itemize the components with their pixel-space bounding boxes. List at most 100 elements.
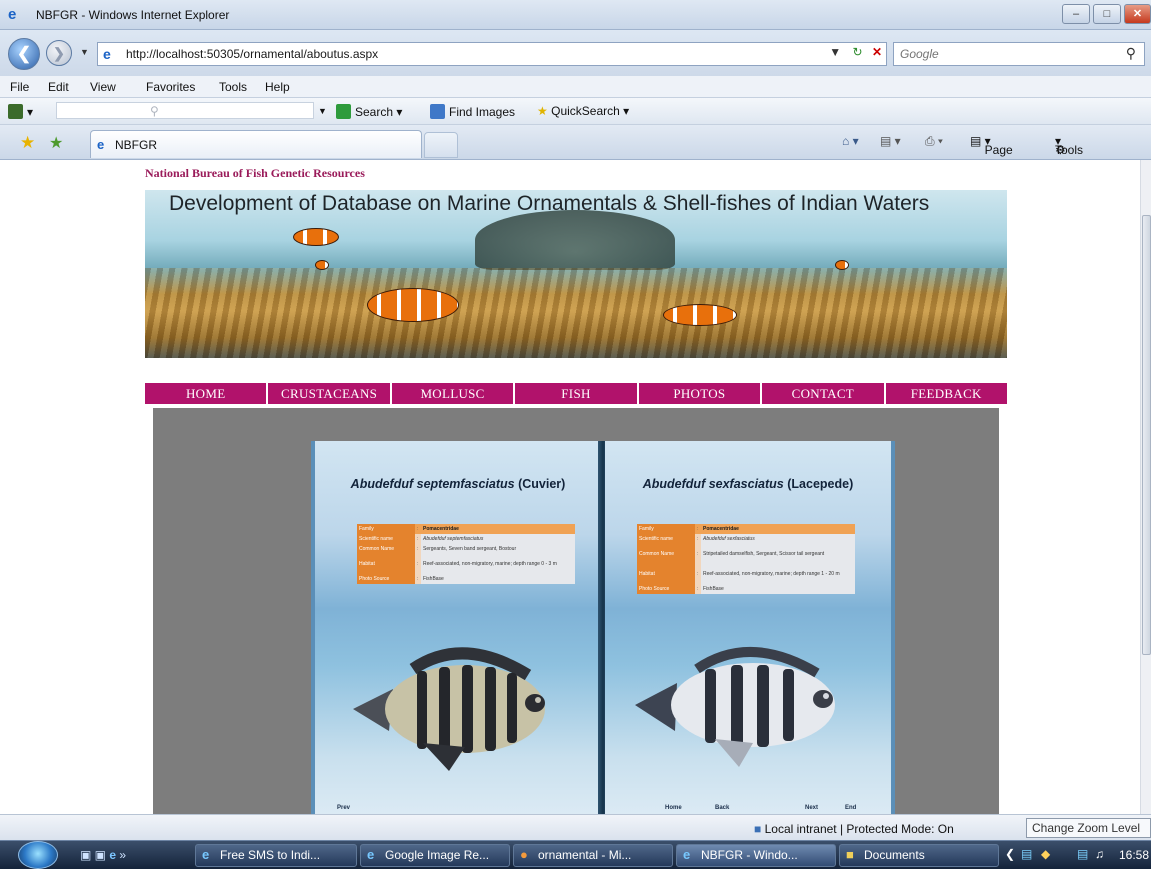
forward-button[interactable]: ❯ <box>46 40 72 66</box>
book-page-left[interactable]: Abudefduf septemfasciatus (Cuvier) Famil… <box>315 441 601 814</box>
home-icon[interactable]: ⌂ ▾ <box>842 134 859 148</box>
favorites-star-icon[interactable]: ★ <box>20 133 35 153</box>
taskbar-button-ornamental[interactable]: ● ornamental - Mi... <box>513 844 673 867</box>
taskbar-button-documents[interactable]: ■ Documents <box>839 844 999 867</box>
clownfish-image <box>315 260 329 270</box>
table-row: Family: Pomacentridae <box>357 524 575 534</box>
info-key: Photo Source <box>637 584 695 594</box>
prev-link[interactable]: Prev <box>337 805 350 811</box>
search-icon[interactable]: ⚲ <box>1126 45 1136 62</box>
info-value: Abudefduf sexfasciatus <box>701 534 855 544</box>
nav-home[interactable]: HOME <box>145 383 269 404</box>
back-link[interactable]: Back <box>715 805 729 811</box>
toolbar-query-field[interactable] <box>56 102 314 119</box>
zoom-level-button[interactable]: Change Zoom Level <box>1026 818 1151 838</box>
security-zone[interactable]: ■ Local intranet | Protected Mode: On <box>754 822 954 836</box>
network-icon[interactable]: ▤ <box>1021 847 1032 861</box>
menu-file[interactable]: File <box>10 80 29 94</box>
species-name: Abudefduf septemfasciatus <box>350 477 515 491</box>
toolbar-search-button[interactable]: Search ▾ <box>336 104 402 119</box>
book-page-right[interactable]: Abudefduf sexfasciatus (Lacepede) Family… <box>605 441 891 814</box>
info-value: Stripetailed damselfish, Sergeant, Sciss… <box>701 544 855 564</box>
nav-fish[interactable]: FISH <box>515 383 639 404</box>
back-button[interactable]: ❮ <box>8 38 40 70</box>
banner-heading: Development of Database on Marine Orname… <box>169 192 930 215</box>
info-key: Scientific name <box>357 534 415 544</box>
refresh-icon[interactable]: ↻ <box>853 45 863 59</box>
end-link[interactable]: End <box>845 805 856 811</box>
address-tools: ▼ ↻ ✕ <box>829 45 882 59</box>
history-dropdown-icon[interactable]: ▼ <box>80 47 89 57</box>
status-bar: ■ Local intranet | Protected Mode: On Ch… <box>0 814 1151 840</box>
nav-mollusc[interactable]: MOLLUSC <box>391 383 516 404</box>
search-box[interactable]: ⚲ <box>893 42 1145 66</box>
home-link[interactable]: Home <box>665 805 682 811</box>
tray-arrow-icon[interactable]: ❮ <box>1005 847 1015 861</box>
tabs-row: ★ ★ e NBFGR ⌂ ▾ ▤ ▾ ⎙ ▾ ▤ Page ▾ ⚙ Tools… <box>0 125 1151 160</box>
page-viewport: National Bureau of Fish Genetic Resource… <box>0 160 1140 814</box>
table-row: Habitat: Reef-associated, non-migratory, … <box>637 564 855 584</box>
taskbar-button-sms[interactable]: e Free SMS to Indi... <box>195 844 357 867</box>
clownfish-image <box>367 288 459 322</box>
scrollbar-thumb[interactable] <box>1142 215 1151 655</box>
ie-icon: e <box>683 847 691 862</box>
clownfish-image <box>835 260 849 270</box>
site-nav: HOME CRUSTACEANS MOLLUSC FISH PHOTOS CON… <box>145 383 1007 404</box>
taskbar-button-google-image[interactable]: e Google Image Re... <box>360 844 510 867</box>
add-favorites-icon[interactable]: ★ <box>49 133 63 153</box>
nav-crustaceans[interactable]: CRUSTACEANS <box>268 383 392 404</box>
shield-icon[interactable]: ◆ <box>1041 847 1050 861</box>
species-info-table: Family: Pomacentridae Scientific name: Abu… <box>357 524 575 584</box>
flipbook-area: Abudefduf septemfasciatus (Cuvier) Famil… <box>153 408 999 814</box>
nav-feedback[interactable]: FEEDBACK <box>885 383 1007 404</box>
menu-help[interactable]: Help <box>265 80 290 94</box>
menu-favorites[interactable]: Favorites <box>146 80 195 94</box>
new-tab-button[interactable] <box>424 132 458 158</box>
nav-photos[interactable]: PHOTOS <box>638 383 763 404</box>
stop-icon[interactable]: ✕ <box>872 45 882 59</box>
nav-contact[interactable]: CONTACT <box>762 383 886 404</box>
toolbar-find-images-button[interactable]: Find Images <box>430 104 515 119</box>
maximize-button[interactable]: □ <box>1093 4 1121 24</box>
toolbar-magnifier-icon: ⚲ <box>150 104 159 118</box>
start-button[interactable] <box>18 841 58 869</box>
menu-edit[interactable]: Edit <box>48 80 69 94</box>
menu-view[interactable]: View <box>90 80 116 94</box>
table-row: Family: Pomacentridae <box>637 524 855 534</box>
ie-icon: e <box>367 847 375 862</box>
tools-menu-button[interactable]: ⚙ Tools ▾ <box>1055 134 1083 157</box>
toolbar-dropdown-icon[interactable]: ▼ <box>318 106 327 116</box>
search-input[interactable] <box>900 47 1100 61</box>
search-toolbar: ▾ ⚲ ▼ Search ▾ Find Images ★ QuickSearch… <box>0 98 1151 125</box>
clock[interactable]: 16:58 <box>1119 848 1149 862</box>
window-title: NBFGR - Windows Internet Explorer <box>36 8 230 22</box>
address-url: http://localhost:50305/ornamental/aboutu… <box>126 47 379 61</box>
species-name: Abudefduf sexfasciatus <box>642 477 784 491</box>
vertical-scrollbar[interactable] <box>1140 160 1151 814</box>
toolbar-menu-icon[interactable]: ▾ <box>8 104 33 119</box>
menu-tools[interactable]: Tools <box>219 80 247 94</box>
taskbar-button-nbfgr[interactable]: e NBFGR - Windo... <box>676 844 836 867</box>
print-icon[interactable]: ⎙ ▾ <box>925 134 943 149</box>
toolbar-quicksearch-button[interactable]: ★ QuickSearch ▾ <box>537 104 629 118</box>
minimize-button[interactable]: – <box>1062 4 1090 24</box>
tab-nbfgr[interactable]: e NBFGR <box>90 130 422 158</box>
quick-launch-icons[interactable]: ▣ ▣ e » <box>80 848 126 862</box>
address-bar[interactable]: e http://localhost:50305/ornamental/abou… <box>97 42 887 66</box>
table-row: Photo Source: FishBase <box>637 584 855 594</box>
info-value: Abudefduf septemfasciatus <box>421 534 575 544</box>
table-row: Common Name: Sergeants, Seven band sergea… <box>357 544 575 554</box>
table-row: Habitat: Reef-associated, non-migratory, … <box>357 554 575 574</box>
volume-icon[interactable]: ♫ <box>1095 847 1104 861</box>
display-icon[interactable]: ▤ <box>1077 847 1088 861</box>
page-menu-button[interactable]: ▤ Page ▾ <box>970 134 1013 157</box>
feeds-icon[interactable]: ▤ ▾ <box>880 134 901 148</box>
address-dropdown-icon[interactable]: ▼ <box>829 45 841 59</box>
info-value: FishBase <box>421 574 575 584</box>
info-value: Pomacentridae <box>421 524 575 534</box>
close-button[interactable]: ✕ <box>1124 4 1151 24</box>
next-link[interactable]: Next <box>805 805 818 811</box>
clownfish-image <box>663 304 737 326</box>
clownfish-image <box>293 228 339 246</box>
fish-photo-sexfasciatus <box>635 647 835 767</box>
